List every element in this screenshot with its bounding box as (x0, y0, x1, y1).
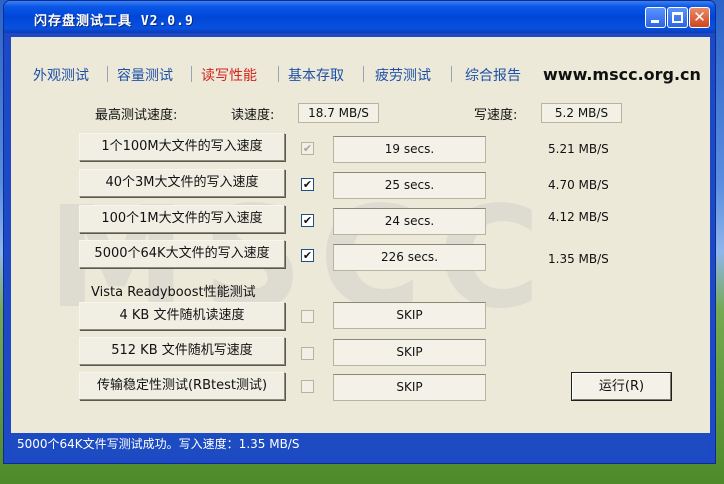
test-64k-write-rate: 1.35 MB/S (548, 252, 609, 266)
tab-fatigue-test[interactable]: 疲劳测试 (375, 65, 431, 85)
tab-summary-report[interactable]: 综合报告 (465, 65, 521, 85)
tab-capacity-test[interactable]: 容量测试 (117, 65, 173, 85)
tab-rw-performance[interactable]: 读写性能 (201, 65, 257, 85)
test-3m-write-rate: 4.70 MB/S (548, 178, 609, 192)
test-100m-write-rate: 5.21 MB/S (548, 142, 609, 156)
client-area: MSCC 外观测试 容量测试 读写性能 基本存取 疲劳测试 综合报告 www.m… (11, 37, 710, 457)
window-title: 闪存盘测试工具 V2.0.9 (34, 14, 194, 29)
run-button[interactable]: 运行(R) (571, 372, 672, 401)
vista-section-title: Vista Readyboost性能测试 (91, 285, 256, 300)
test-1m-write-checkbox[interactable]: ✔ (301, 214, 314, 227)
test-512kb-write-result: SKIP (333, 339, 486, 366)
tab-basic-access[interactable]: 基本存取 (288, 65, 344, 85)
max-speed-label: 最高测试速度: (95, 108, 178, 123)
maximize-icon (672, 12, 683, 23)
test-64k-write-button[interactable]: 5000个64K大文件的写入速度 (79, 240, 285, 268)
test-100m-write-result: 19 secs. (333, 136, 486, 163)
tab-separator (363, 66, 364, 82)
minimize-icon (651, 20, 659, 23)
test-100m-write-checkbox[interactable]: ✔ (301, 142, 314, 155)
tab-separator (451, 66, 452, 82)
tab-separator (278, 66, 279, 82)
test-3m-write-button[interactable]: 40个3M大文件的写入速度 (79, 169, 285, 197)
minimize-button[interactable] (645, 7, 666, 28)
read-speed-label: 读速度: (231, 108, 275, 123)
tab-separator (191, 66, 192, 82)
write-speed-value: 5.2 MB/S (541, 103, 622, 123)
test-4kb-read-result: SKIP (333, 302, 486, 329)
test-512kb-write-button[interactable]: 512 KB 文件随机写速度 (79, 337, 285, 365)
test-512kb-write-checkbox[interactable] (301, 347, 314, 360)
website-link[interactable]: www.mscc.org.cn (543, 65, 701, 84)
status-bar: 5000个64K文件写测试成功。写入速度：1.35 MB/S (11, 433, 710, 457)
tab-appearance-test[interactable]: 外观测试 (33, 65, 89, 85)
read-speed-value: 18.7 MB/S (298, 103, 379, 123)
maximize-button[interactable] (667, 7, 688, 28)
test-64k-write-checkbox[interactable]: ✔ (301, 249, 314, 262)
rbtest-stability-checkbox[interactable] (301, 380, 314, 393)
test-3m-write-checkbox[interactable]: ✔ (301, 178, 314, 191)
rbtest-stability-result: SKIP (333, 374, 486, 401)
status-text: 5000个64K文件写测试成功。写入速度：1.35 MB/S (17, 437, 300, 451)
test-100m-write-button[interactable]: 1个100M大文件的写入速度 (79, 133, 285, 161)
write-speed-label: 写速度: (474, 108, 518, 123)
test-1m-write-rate: 4.12 MB/S (548, 210, 609, 224)
tab-separator (107, 66, 108, 82)
test-1m-write-button[interactable]: 100个1M大文件的写入速度 (79, 205, 285, 233)
title-bar[interactable]: 闪存盘测试工具 V2.0.9 ✕ (4, 1, 715, 33)
test-64k-write-result: 226 secs. (333, 244, 486, 271)
app-window: 闪存盘测试工具 V2.0.9 ✕ MSCC 外观测试 容量测试 读写性能 基本存… (3, 0, 716, 464)
close-button[interactable]: ✕ (689, 7, 710, 28)
test-1m-write-result: 24 secs. (333, 208, 486, 235)
close-icon: ✕ (693, 8, 706, 26)
rbtest-stability-button[interactable]: 传输稳定性测试(RBtest测试) (79, 372, 285, 400)
test-4kb-read-checkbox[interactable] (301, 310, 314, 323)
test-4kb-read-button[interactable]: 4 KB 文件随机读速度 (79, 302, 285, 330)
test-3m-write-result: 25 secs. (333, 172, 486, 199)
